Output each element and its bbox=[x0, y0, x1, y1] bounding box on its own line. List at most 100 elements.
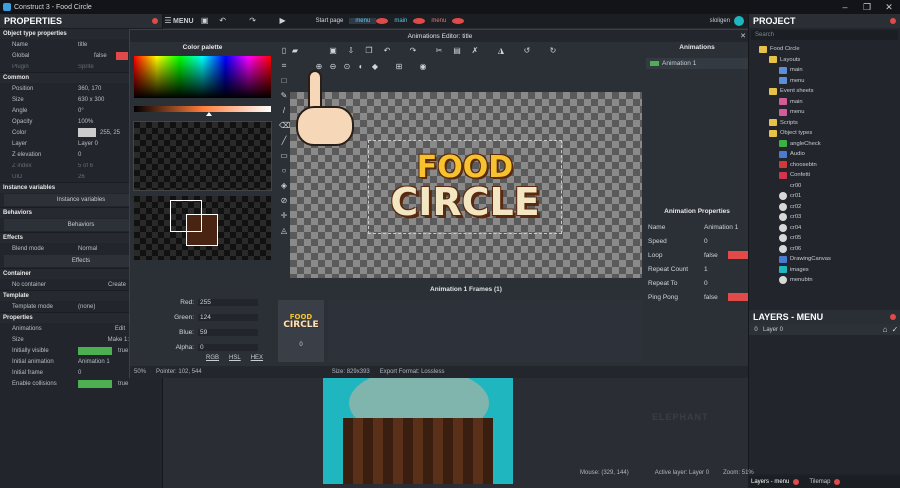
tree-item-drawingcanvas[interactable]: DrawingCanvas bbox=[749, 254, 900, 265]
project-search-input[interactable]: Search bbox=[751, 30, 898, 40]
true-toggle[interactable] bbox=[78, 379, 112, 388]
tree-item-confetti[interactable]: Confetti bbox=[749, 170, 900, 181]
tab-start-page[interactable]: Start page bbox=[310, 18, 350, 24]
animation-list-item[interactable]: Animation 1 bbox=[646, 58, 748, 69]
grid-icon[interactable]: ⊞ bbox=[394, 62, 404, 72]
panel-close-icon[interactable] bbox=[152, 18, 158, 24]
tree-item-object-types[interactable]: Object types bbox=[749, 128, 900, 139]
save-image-icon[interactable]: ▣ bbox=[328, 46, 338, 56]
tree-item-images[interactable]: images bbox=[749, 265, 900, 276]
dialog-close-button[interactable]: ✕ bbox=[740, 32, 746, 40]
tab-menu-1[interactable]: menu bbox=[349, 18, 377, 24]
redo-icon[interactable]: ↷ bbox=[248, 16, 258, 26]
tab-close-icon[interactable] bbox=[376, 18, 389, 24]
clear-icon[interactable]: ✗ bbox=[470, 46, 480, 56]
panel-close-icon[interactable] bbox=[890, 314, 896, 320]
tab-menu-2[interactable]: menu bbox=[425, 18, 452, 24]
tree-item-choosebtn[interactable]: choosebtn bbox=[749, 160, 900, 171]
layers-icon[interactable]: ◆ bbox=[370, 62, 380, 72]
rotate-ccw-icon[interactable]: ↺ bbox=[522, 46, 532, 56]
paste-icon[interactable]: ▤ bbox=[452, 46, 462, 56]
panel-close-icon[interactable] bbox=[890, 18, 896, 24]
mode-hsl[interactable]: HSL bbox=[229, 355, 241, 361]
tab-close-icon[interactable] bbox=[452, 18, 465, 24]
folder-open-icon[interactable]: ▰ bbox=[290, 46, 300, 56]
export-icon[interactable]: ⇩ bbox=[346, 46, 356, 56]
folder-icon bbox=[769, 87, 777, 95]
app-logo-icon bbox=[3, 3, 11, 11]
blue-input[interactable]: 59 bbox=[198, 329, 258, 336]
tree-item-anglecheck[interactable]: angleCheck bbox=[749, 139, 900, 150]
preview-icon[interactable]: ◉ bbox=[418, 62, 428, 72]
tree-item-cr05[interactable]: cr05 bbox=[749, 233, 900, 244]
palette-swatch-grid[interactable] bbox=[133, 121, 272, 191]
tab-close-icon[interactable] bbox=[793, 479, 800, 485]
frames-area[interactable] bbox=[328, 300, 642, 362]
tree-item-cr01[interactable]: cr01 bbox=[749, 191, 900, 202]
collision-poly-icon[interactable]: ◬ bbox=[279, 226, 289, 236]
layer-row[interactable]: 0 Layer 0 ⌂ ✓ bbox=[749, 324, 900, 335]
tab-layers-menu[interactable]: Layers - menu bbox=[748, 479, 789, 485]
rectangle-icon[interactable]: ▭ bbox=[279, 151, 289, 161]
frame-thumbnail[interactable]: FOOD CIRCLE 0 bbox=[278, 300, 324, 362]
ellipse-icon[interactable]: ○ bbox=[279, 166, 289, 176]
tree-item-event-sheets[interactable]: Event sheets bbox=[749, 86, 900, 97]
tree-item-main[interactable]: main bbox=[749, 97, 900, 108]
minimize-button[interactable]: – bbox=[834, 0, 856, 14]
folder-icon bbox=[769, 56, 777, 64]
slider-thumb-icon[interactable] bbox=[206, 112, 212, 116]
tree-item-menubtn[interactable]: menubtn bbox=[749, 275, 900, 286]
maximize-button[interactable]: ❐ bbox=[856, 0, 878, 14]
cut-icon[interactable]: ✂ bbox=[434, 46, 444, 56]
mode-rgb[interactable]: RGB bbox=[206, 355, 219, 361]
undo-edit-icon[interactable]: ↶ bbox=[382, 46, 392, 56]
save-icon[interactable]: ▣ bbox=[200, 16, 210, 26]
tree-item-cr03[interactable]: cr03 bbox=[749, 212, 900, 223]
tree-item-menu[interactable]: menu bbox=[749, 76, 900, 87]
menu-button[interactable]: MENU bbox=[173, 18, 194, 25]
close-window-button[interactable]: ✕ bbox=[878, 0, 900, 14]
new-file-icon[interactable]: ▯ bbox=[279, 46, 289, 56]
eyedropper-icon[interactable]: ⊘ bbox=[279, 196, 289, 206]
tree-item-scripts[interactable]: Scripts bbox=[749, 118, 900, 129]
visible-check-icon[interactable]: ✓ bbox=[890, 325, 900, 335]
tree-item-menu[interactable]: menu bbox=[749, 107, 900, 118]
tree-item-audio[interactable]: Audio bbox=[749, 149, 900, 160]
true-toggle[interactable] bbox=[78, 346, 112, 355]
user-avatar[interactable] bbox=[734, 16, 744, 26]
mode-hex[interactable]: HEX bbox=[251, 355, 263, 361]
color-swatch[interactable] bbox=[78, 128, 96, 137]
fill-icon[interactable]: ◈ bbox=[279, 181, 289, 191]
origin-icon[interactable]: ✛ bbox=[279, 211, 289, 221]
tree-item-cr06[interactable]: cr06 bbox=[749, 244, 900, 255]
false-toggle[interactable] bbox=[728, 293, 748, 301]
alpha-input[interactable]: 0 bbox=[198, 344, 258, 351]
foreground-color-swatch[interactable] bbox=[170, 200, 202, 232]
tree-item-cr00[interactable]: cr00 bbox=[749, 181, 900, 192]
false-toggle[interactable] bbox=[116, 51, 128, 60]
red-input[interactable]: 255 bbox=[198, 299, 258, 306]
rotate-cw-icon[interactable]: ↻ bbox=[548, 46, 558, 56]
tree-item-main[interactable]: main bbox=[749, 65, 900, 76]
copy-icon[interactable]: ❐ bbox=[364, 46, 374, 56]
lock-icon[interactable]: ⌂ bbox=[880, 325, 890, 335]
tab-close-icon[interactable] bbox=[413, 18, 426, 24]
redo-edit-icon[interactable]: ↷ bbox=[408, 46, 418, 56]
undo-icon[interactable]: ↶ bbox=[218, 16, 228, 26]
play-icon[interactable]: ▶ bbox=[278, 16, 288, 26]
user-name[interactable]: sloligen bbox=[710, 18, 730, 24]
fg-bg-color-picker[interactable] bbox=[134, 196, 271, 260]
color-spectrum[interactable] bbox=[134, 56, 271, 98]
flip-icon[interactable]: ◮ bbox=[496, 46, 506, 56]
tab-tilemap[interactable]: Tilemap bbox=[809, 479, 830, 485]
tree-item-layouts[interactable]: Layouts bbox=[749, 55, 900, 66]
brightness-slider[interactable] bbox=[134, 106, 271, 112]
tree-item-cr04[interactable]: cr04 bbox=[749, 223, 900, 234]
hamburger-icon[interactable]: ☰ bbox=[163, 16, 173, 26]
false-toggle[interactable] bbox=[728, 251, 748, 259]
tab-close-icon[interactable] bbox=[834, 479, 841, 485]
tree-item-cr02[interactable]: cr02 bbox=[749, 202, 900, 213]
tree-item-food-circle[interactable]: Food Circle bbox=[749, 44, 900, 55]
green-input[interactable]: 124 bbox=[198, 314, 258, 321]
tab-main[interactable]: main bbox=[388, 18, 413, 24]
